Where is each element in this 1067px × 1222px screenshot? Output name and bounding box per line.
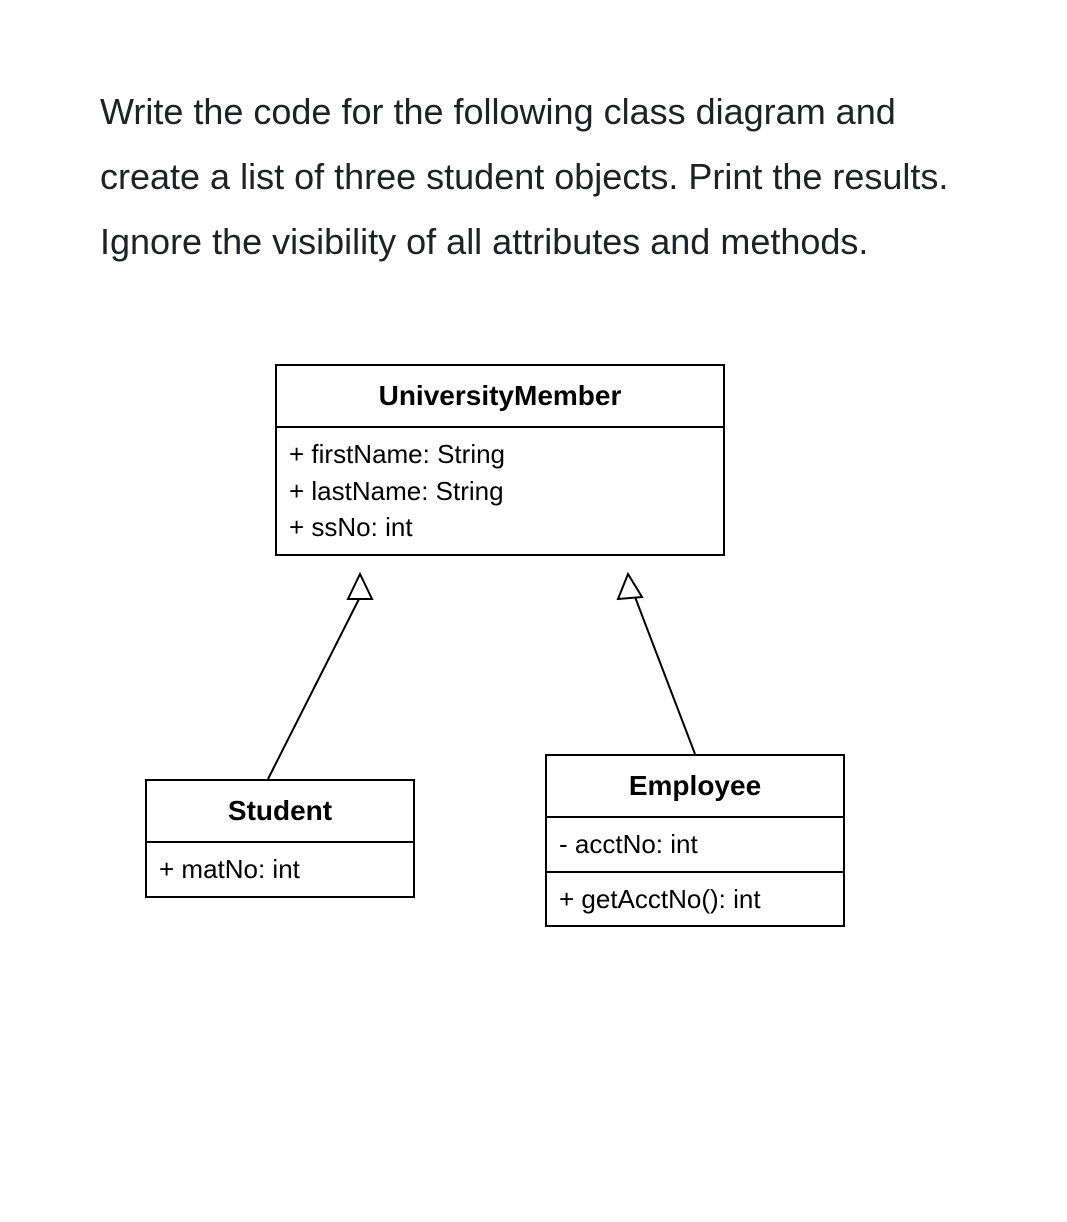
question-prompt: Write the code for the following class d… — [100, 80, 967, 274]
method-row: + getAcctNo(): int — [559, 881, 831, 917]
class-employee: Employee - acctNo: int + getAcctNo(): in… — [545, 754, 845, 927]
class-attributes-employee: - acctNo: int — [547, 818, 843, 872]
attribute-row: + ssNo: int — [289, 509, 711, 545]
class-name-university-member: UniversityMember — [277, 366, 723, 428]
class-university-member: UniversityMember + firstName: String + l… — [275, 364, 725, 555]
attribute-row: + firstName: String — [289, 436, 711, 472]
uml-diagram: UniversityMember + firstName: String + l… — [100, 364, 967, 1014]
class-attributes-university-member: + firstName: String + lastName: String +… — [277, 428, 723, 553]
class-name-student: Student — [147, 781, 413, 843]
class-methods-employee: + getAcctNo(): int — [547, 873, 843, 925]
attribute-row: - acctNo: int — [559, 826, 831, 862]
attribute-row: + lastName: String — [289, 473, 711, 509]
class-attributes-student: + matNo: int — [147, 843, 413, 895]
class-name-employee: Employee — [547, 756, 843, 818]
attribute-row: + matNo: int — [159, 851, 401, 887]
class-student: Student + matNo: int — [145, 779, 415, 897]
